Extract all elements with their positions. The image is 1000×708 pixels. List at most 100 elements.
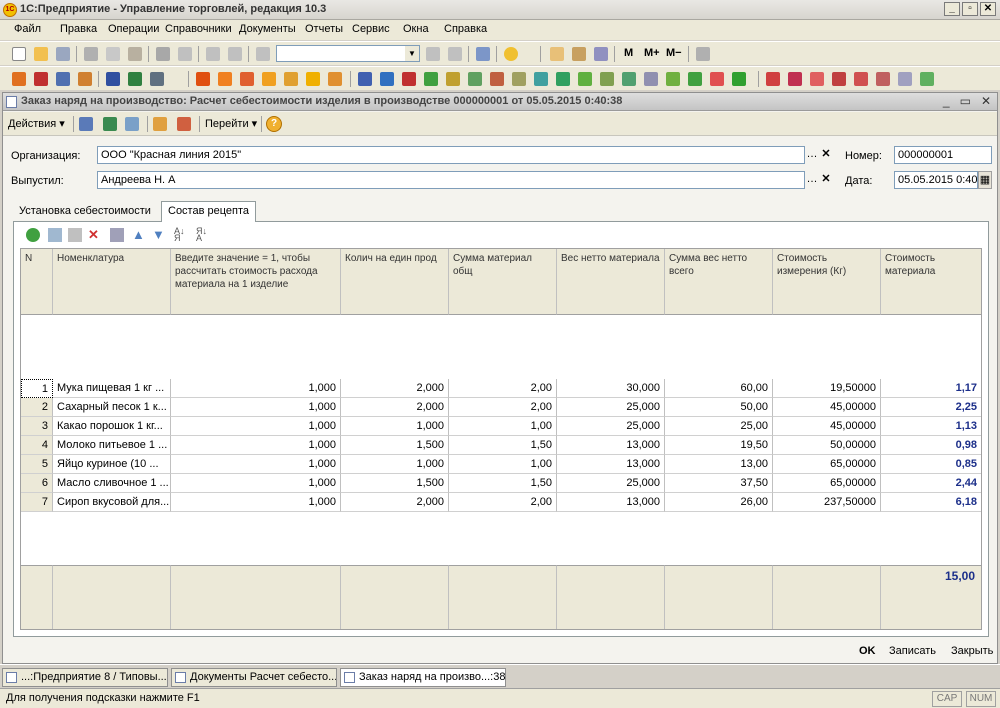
edit-row-icon[interactable] xyxy=(68,228,82,242)
toolbar-doc-icon-7[interactable] xyxy=(150,72,164,86)
row-unit-cost[interactable]: 237,50000 xyxy=(773,493,881,512)
header-enter-value[interactable]: Введите значение = 1, чтобы рассчитать с… xyxy=(171,249,341,315)
row-unit-cost[interactable]: 50,00000 xyxy=(773,436,881,455)
finish-edit-icon[interactable] xyxy=(110,228,124,242)
row-number[interactable]: 7 xyxy=(21,493,53,512)
menu-help[interactable]: Справка xyxy=(444,23,487,35)
tab-recipe-composition[interactable]: Состав рецепта xyxy=(161,201,257,222)
row-material-cost[interactable]: 0,98 xyxy=(881,436,981,455)
menu-reports[interactable]: Отчеты xyxy=(305,23,343,35)
header-material-cost[interactable]: Стоимость материала xyxy=(881,249,981,315)
row-enter-value[interactable]: 1,000 xyxy=(171,417,341,436)
organization-clear-icon[interactable]: ✕ xyxy=(819,146,833,164)
row-unit-cost[interactable]: 65,00000 xyxy=(773,474,881,493)
row-qty-per-unit[interactable]: 1,500 xyxy=(341,474,449,493)
row-material-sum[interactable]: 2,00 xyxy=(449,493,557,512)
row-net-weight-total[interactable]: 25,00 xyxy=(665,417,773,436)
row-material-cost[interactable]: 1,13 xyxy=(881,417,981,436)
organization-field[interactable]: ООО "Красная линия 2015" xyxy=(97,146,805,164)
row-material-cost[interactable]: 2,44 xyxy=(881,474,981,493)
row-nomenclature[interactable]: Мука пищевая 1 кг ... xyxy=(53,379,171,398)
row-nomenclature[interactable]: Яйцо куриное (10 ... xyxy=(53,455,171,474)
date-field[interactable]: 05.05.2015 0:40 xyxy=(894,171,978,189)
fill-document-icon[interactable] xyxy=(153,117,167,131)
print-icon[interactable] xyxy=(156,47,170,61)
toolbar-doc-icon-31[interactable] xyxy=(710,72,724,86)
row-number[interactable]: 4 xyxy=(21,436,53,455)
print-document-icon[interactable] xyxy=(177,117,191,131)
row-number[interactable]: 3 xyxy=(21,417,53,436)
toolbar-doc-icon-36[interactable] xyxy=(832,72,846,86)
row-net-weight[interactable]: 25,000 xyxy=(557,417,665,436)
row-material-sum[interactable]: 2,00 xyxy=(449,379,557,398)
row-material-sum[interactable]: 2,00 xyxy=(449,398,557,417)
search-icon[interactable] xyxy=(256,47,270,61)
row-net-weight[interactable]: 13,000 xyxy=(557,493,665,512)
row-material-cost[interactable]: 6,18 xyxy=(881,493,981,512)
header-net-weight[interactable]: Вес нетто материала xyxy=(557,249,665,315)
goto-menu-button[interactable]: Перейти ▾ xyxy=(205,117,257,130)
open-folder-icon[interactable] xyxy=(34,47,48,61)
toolbar-doc-icon-28[interactable] xyxy=(644,72,658,86)
cut-icon[interactable] xyxy=(84,47,98,61)
toolbar-doc-icon-4[interactable] xyxy=(78,72,92,86)
row-nomenclature[interactable]: Какао порошок 1 кг... xyxy=(53,417,171,436)
doc-minimize-button[interactable]: _ xyxy=(943,94,950,108)
toolbar-doc-icon-32[interactable] xyxy=(732,72,746,86)
toolbar-doc-icon-15[interactable] xyxy=(358,72,372,86)
header-unit-cost[interactable]: Стоимость измерения (Кг) xyxy=(773,249,881,315)
toolbar-doc-icon-40[interactable] xyxy=(920,72,934,86)
row-unit-cost[interactable]: 19,50000 xyxy=(773,379,881,398)
row-qty-per-unit[interactable]: 1,500 xyxy=(341,436,449,455)
toolbar-doc-icon-33[interactable] xyxy=(766,72,780,86)
find-next-icon[interactable] xyxy=(426,47,440,61)
row-number[interactable]: 6 xyxy=(21,474,53,493)
row-net-weight[interactable]: 30,000 xyxy=(557,379,665,398)
row-qty-per-unit[interactable]: 2,000 xyxy=(341,493,449,512)
toolbar-doc-icon-6[interactable] xyxy=(128,72,142,86)
row-number[interactable]: 2 xyxy=(21,398,53,417)
issued-field[interactable]: Андреева Н. А xyxy=(97,171,805,189)
memory-minus-button[interactable]: M− xyxy=(666,47,682,59)
copy-document-icon[interactable] xyxy=(125,117,139,131)
taskbar-item[interactable]: Заказ наряд на произво...:38 xyxy=(340,668,506,687)
search-input[interactable]: ▼ xyxy=(276,45,420,62)
toolbar-doc-icon-9[interactable] xyxy=(218,72,232,86)
row-net-weight[interactable]: 25,000 xyxy=(557,474,665,493)
toolbar-doc-icon-27[interactable] xyxy=(622,72,636,86)
toolbar-doc-icon-12[interactable] xyxy=(284,72,298,86)
row-nomenclature[interactable]: Молоко питьевое 1 ... xyxy=(53,436,171,455)
copy-row-icon[interactable] xyxy=(48,228,62,242)
row-material-cost[interactable]: 0,85 xyxy=(881,455,981,474)
header-n[interactable]: N xyxy=(21,249,53,315)
menu-operations[interactable]: Операции xyxy=(108,23,159,35)
find-prev-icon[interactable] xyxy=(448,47,462,61)
menu-edit[interactable]: Правка xyxy=(60,23,97,35)
toolbar-doc-icon-19[interactable] xyxy=(446,72,460,86)
close-app-button[interactable]: ✕ xyxy=(980,2,996,16)
row-net-weight-total[interactable]: 13,00 xyxy=(665,455,773,474)
toolbar-doc-icon-20[interactable] xyxy=(468,72,482,86)
row-number[interactable]: 5 xyxy=(21,455,53,474)
chevron-down-icon[interactable]: ▼ xyxy=(405,46,419,61)
row-enter-value[interactable]: 1,000 xyxy=(171,379,341,398)
post-document-icon[interactable] xyxy=(79,117,93,131)
redo-icon[interactable] xyxy=(228,47,242,61)
move-up-icon[interactable]: ▲ xyxy=(132,228,146,242)
row-number[interactable]: 1 xyxy=(21,379,53,398)
info-icon[interactable] xyxy=(504,47,518,61)
row-net-weight-total[interactable]: 50,00 xyxy=(665,398,773,417)
menu-service[interactable]: Сервис xyxy=(352,23,390,35)
minimize-button[interactable]: _ xyxy=(944,2,960,16)
row-enter-value[interactable]: 1,000 xyxy=(171,455,341,474)
toolbar-doc-icon-21[interactable] xyxy=(490,72,504,86)
print-preview-icon[interactable] xyxy=(178,47,192,61)
toolbar-doc-icon-23[interactable] xyxy=(534,72,548,86)
row-qty-per-unit[interactable]: 2,000 xyxy=(341,379,449,398)
row-nomenclature[interactable]: Масло сливочное 1 ... xyxy=(53,474,171,493)
menu-catalogs[interactable]: Справочники xyxy=(165,23,232,35)
menu-documents[interactable]: Документы xyxy=(239,23,296,35)
toolbar-doc-icon-1[interactable] xyxy=(12,72,26,86)
header-net-weight-total[interactable]: Сумма вес нетто всего xyxy=(665,249,773,315)
row-nomenclature[interactable]: Сироп вкусовой для... xyxy=(53,493,171,512)
